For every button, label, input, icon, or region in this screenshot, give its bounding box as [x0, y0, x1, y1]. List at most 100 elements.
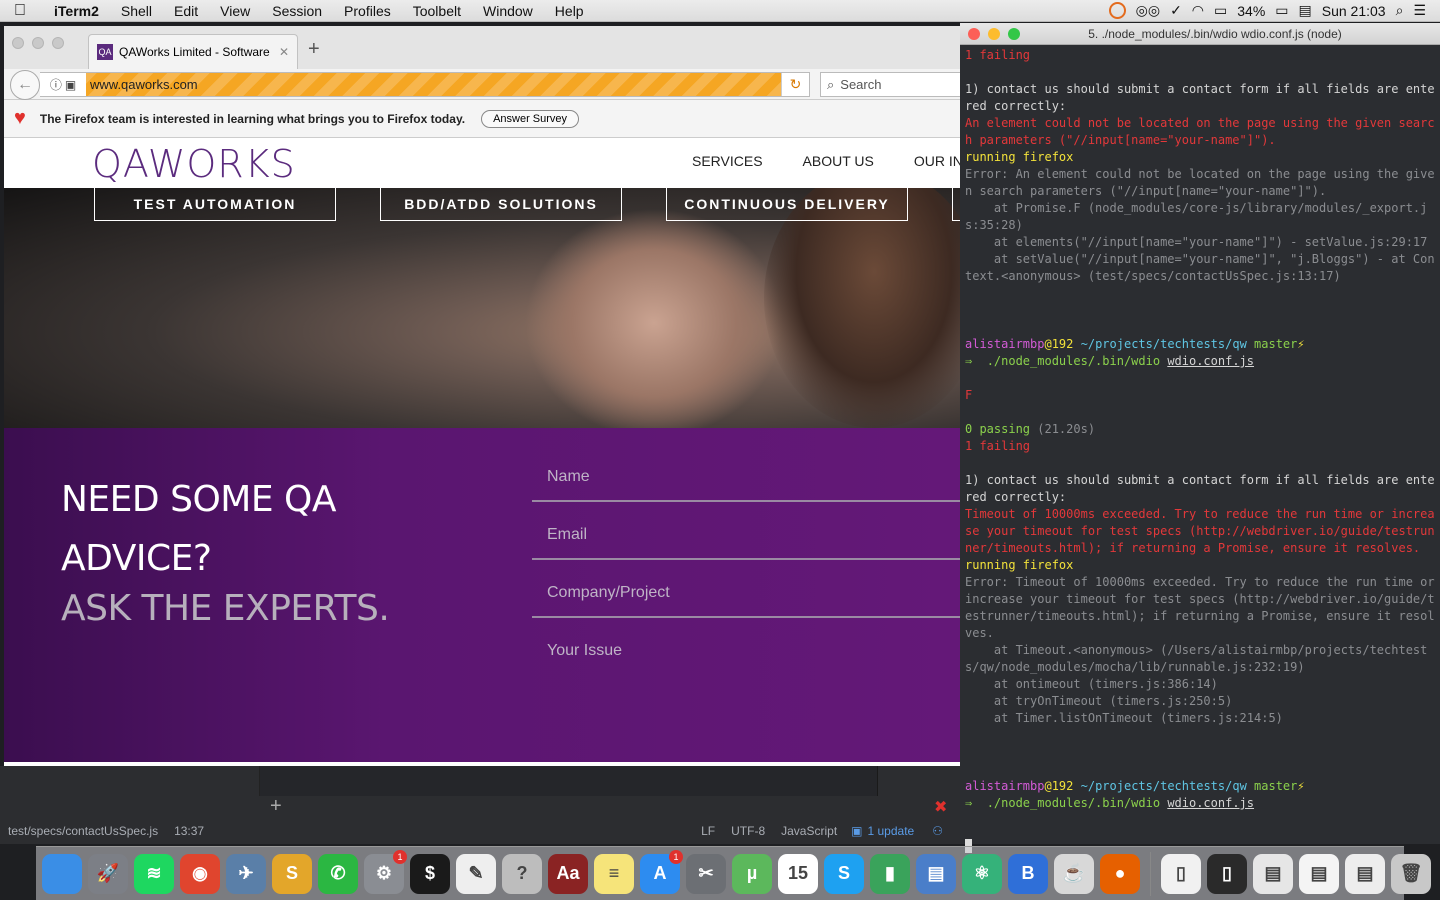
document-file-icon[interactable]: ▤ — [1299, 853, 1339, 894]
contact-headline: NEED SOME QA ADVICE? — [61, 470, 337, 588]
company-field[interactable]: Company/Project — [532, 578, 960, 618]
new-tab-icon[interactable]: + — [308, 38, 320, 61]
add-icon[interactable]: + — [270, 795, 282, 818]
terminal-line: at Timer.listOnTimeout (timers.js:214:5) — [965, 710, 1436, 727]
spotify-icon[interactable]: ≋ — [134, 853, 174, 894]
menu-session[interactable]: Session — [261, 3, 333, 19]
flag-icon[interactable]: ▤ — [1299, 2, 1312, 19]
notification-center-icon[interactable]: ☰ — [1413, 2, 1426, 19]
firefox-icon[interactable]: ● — [1100, 853, 1140, 894]
preview-icon[interactable]: ✈ — [226, 853, 266, 894]
bbedit-icon[interactable]: B — [1008, 853, 1048, 894]
chrome-icon[interactable]: ◉ — [180, 853, 220, 894]
reload-icon[interactable]: ↻ — [781, 73, 809, 96]
bdd-atdd-button[interactable]: BDD/ATDD SOLUTIONS — [380, 188, 622, 221]
nav-services[interactable]: SERVICES — [692, 153, 763, 169]
terminal-line — [965, 744, 1436, 761]
prompt-arrow: ⇒ — [965, 354, 987, 368]
url-bar[interactable]: ⓘ ▣ www.qaworks.com ↻ — [40, 72, 810, 97]
help-icon[interactable]: ? — [502, 853, 542, 894]
test-automation-button[interactable]: TEST AUTOMATION — [94, 188, 336, 221]
airplay-icon[interactable]: ▭ — [1214, 2, 1227, 19]
terminal-text: 1 failing — [965, 48, 1031, 62]
answer-survey-button[interactable]: Answer Survey — [481, 109, 580, 128]
package-icon[interactable]: ▣ — [851, 824, 862, 838]
terminal-text: at Promise.F (node_modules/core-js/libra… — [965, 201, 1428, 232]
checkmark-icon[interactable]: ✓ — [1170, 2, 1182, 19]
whatsapp-icon[interactable]: ✆ — [318, 853, 358, 894]
menu-window[interactable]: Window — [472, 3, 544, 19]
close-tab-icon[interactable]: ✕ — [279, 45, 289, 59]
zoom-window-icon[interactable] — [52, 37, 64, 49]
textedit-icon[interactable]: ✎ — [456, 853, 496, 894]
app-store-icon[interactable]: A1 — [640, 849, 683, 894]
terminal-output[interactable]: 1 failing 1) contact us should submit a … — [960, 45, 1440, 854]
wifi-icon[interactable]: ◠ — [1192, 2, 1204, 19]
keynote-icon[interactable]: ▤ — [916, 853, 956, 894]
launchpad-icon[interactable]: 🚀 — [88, 853, 128, 894]
file-path[interactable]: test/specs/contactUsSpec.js — [8, 824, 158, 838]
terminal-line: running firefox — [965, 149, 1436, 166]
menu-edit[interactable]: Edit — [163, 3, 209, 19]
menu-app-iterm2[interactable]: iTerm2 — [40, 3, 110, 19]
battery-percent[interactable]: 34% — [1237, 3, 1265, 19]
continuous-delivery-button[interactable]: CONTINUOUS DELIVERY — [666, 188, 908, 221]
skype-icon[interactable]: S — [824, 853, 864, 894]
calendar-icon[interactable]: 15 — [778, 853, 818, 894]
spotlight-icon[interactable]: ⌕ — [1396, 2, 1404, 19]
site-info-icon[interactable]: ⓘ ▣ — [40, 73, 86, 96]
menu-profiles[interactable]: Profiles — [333, 3, 402, 19]
email-field[interactable]: Email — [532, 520, 960, 560]
issue-field[interactable]: Your Issue — [532, 636, 960, 676]
dictionary-icon[interactable]: Aa — [548, 853, 588, 894]
update-link[interactable]: 1 update — [868, 824, 915, 838]
menu-help[interactable]: Help — [544, 3, 595, 19]
screenshot-file-icon[interactable]: ▤ — [1253, 853, 1293, 894]
downloads-stack-icon[interactable]: ▤ — [1345, 853, 1385, 894]
cursor-position[interactable]: 13:37 — [174, 824, 204, 838]
qaworks-logo[interactable]: QAWORKS — [92, 142, 296, 186]
nav-about-us[interactable]: ABOUT US — [803, 153, 874, 169]
search-input[interactable]: ⌕ Search — [820, 72, 960, 97]
close-window-icon[interactable] — [968, 27, 980, 40]
system-preferences-icon[interactable]: ⚙ 1 — [364, 849, 407, 894]
menu-shell[interactable]: Shell — [110, 3, 163, 19]
close-window-icon[interactable] — [12, 37, 24, 49]
battery-icon[interactable]: ▭ — [1275, 2, 1288, 19]
slack-icon[interactable]: S — [272, 853, 312, 894]
next-service-button[interactable] — [952, 188, 960, 221]
menu-toolbelt[interactable]: Toolbelt — [402, 3, 472, 19]
minimize-window-icon[interactable] — [988, 27, 1000, 40]
apple-menu-icon[interactable]:  — [0, 2, 40, 20]
utorrent-icon[interactable]: µ — [732, 853, 772, 894]
name-field[interactable]: Name — [532, 462, 960, 502]
nav-our-insights[interactable]: OUR INSIGH — [914, 153, 960, 169]
terminal-line: ⇒ ./node_modules/.bin/wdio wdio.conf.js — [965, 353, 1436, 370]
java-icon[interactable]: ☕ — [1054, 853, 1094, 894]
menu-view[interactable]: View — [209, 3, 261, 19]
notes-icon[interactable]: ≡ — [594, 853, 634, 894]
line-ending[interactable]: LF — [701, 824, 715, 838]
teletype-icon[interactable]: ⚇ — [932, 824, 943, 838]
iterm-file-icon[interactable]: ▯ — [1207, 853, 1247, 894]
back-arrow-icon[interactable]: ← — [10, 70, 40, 100]
encoding[interactable]: UTF-8 — [731, 824, 765, 838]
trash-icon[interactable]: 🗑 — [1391, 853, 1431, 894]
error-close-icon[interactable]: ✖ — [934, 797, 947, 817]
atom-icon[interactable]: ⚛ — [962, 853, 1002, 894]
numbers-icon[interactable]: ▮ — [870, 853, 910, 894]
clock[interactable]: Sun 21:03 — [1322, 3, 1386, 19]
zoom-window-icon[interactable] — [1008, 27, 1020, 40]
glasses-icon[interactable]: ◎◎ — [1136, 2, 1160, 19]
grammar[interactable]: JavaScript — [781, 824, 837, 838]
finder-icon[interactable] — [42, 853, 82, 894]
terminal-icon[interactable]: $ — [410, 853, 450, 894]
url-text[interactable]: www.qaworks.com — [86, 77, 198, 92]
minimize-window-icon[interactable] — [32, 37, 44, 49]
terminal-text: running firefox — [965, 558, 1074, 572]
tab-qaworks[interactable]: QA QAWorks Limited - Software ✕ — [88, 34, 298, 69]
docx-file-icon[interactable]: ▯ — [1161, 853, 1201, 894]
utilities-icon[interactable]: ✂ — [686, 853, 726, 894]
recording-icon[interactable] — [1108, 2, 1126, 19]
